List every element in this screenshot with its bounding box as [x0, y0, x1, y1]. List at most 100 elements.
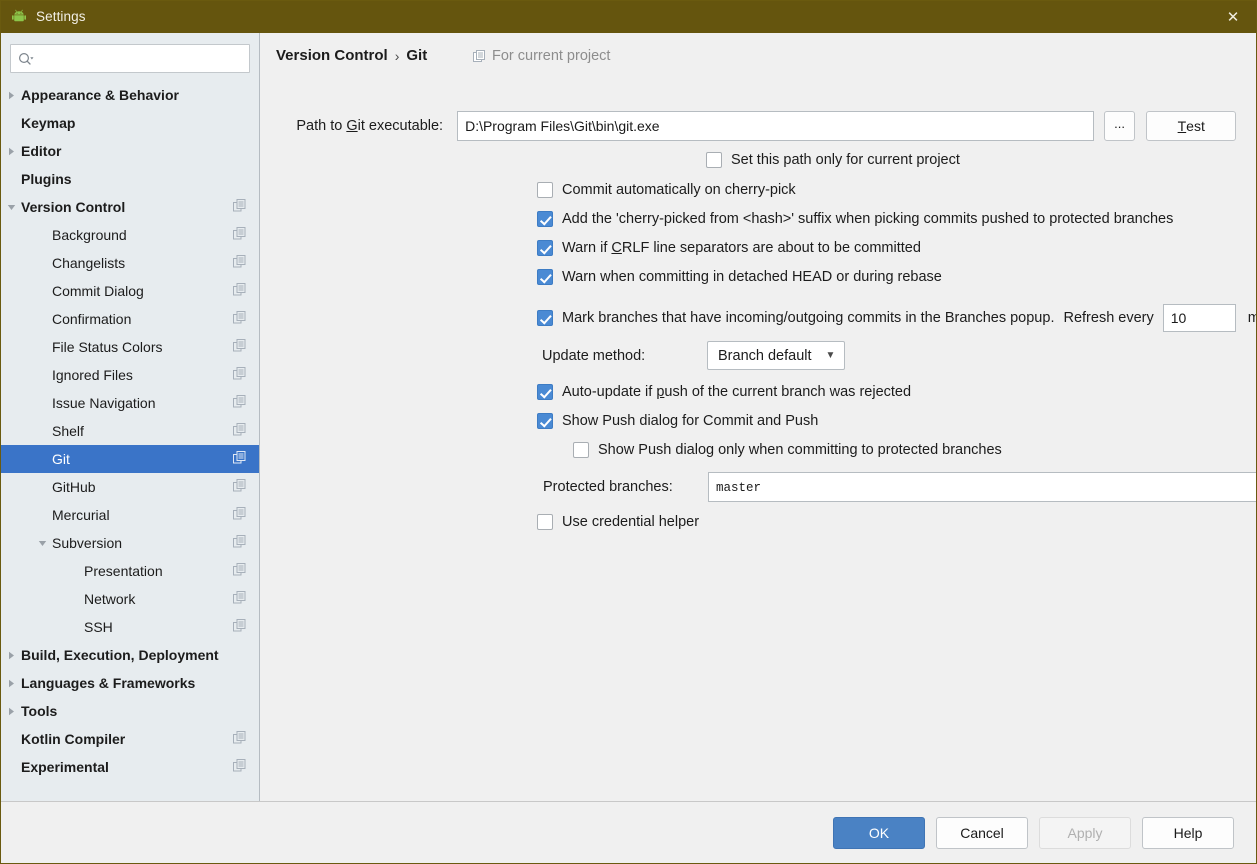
sidebar-item-plugins[interactable]: Plugins [1, 165, 259, 193]
sidebar-item-editor[interactable]: Editor [1, 137, 259, 165]
module-icon [233, 507, 246, 523]
sidebar-item-github[interactable]: GitHub [1, 473, 259, 501]
warn-crlf-row[interactable]: Warn if CRLF line separators are about t… [537, 240, 921, 256]
chevron-right-icon[interactable] [5, 705, 18, 718]
sidebar-item-tools[interactable]: Tools [1, 697, 259, 725]
use-credential-helper-row[interactable]: Use credential helper [537, 514, 699, 530]
protected-branches-input[interactable] [708, 472, 1256, 502]
sidebar-item-label: Network [84, 591, 136, 607]
breadcrumb-parent[interactable]: Version Control [276, 47, 388, 64]
cherrypicked-suffix-checkbox[interactable] [537, 211, 553, 227]
sidebar-item-label: Languages & Frameworks [21, 675, 196, 691]
sidebar-item-version-control[interactable]: Version Control [1, 193, 259, 221]
commit-auto-cherrypick-checkbox[interactable] [537, 182, 553, 198]
mark-branches-checkbox[interactable] [537, 310, 553, 326]
set-path-only-row[interactable]: Set this path only for current project [706, 152, 960, 168]
sidebar-item-ssh[interactable]: SSH [1, 613, 259, 641]
module-icon [233, 395, 246, 411]
auto-update-checkbox[interactable] [537, 384, 553, 400]
cancel-button[interactable]: Cancel [936, 816, 1028, 849]
dialog-body: Appearance & Behavior Keymap Editor Plugins… [1, 33, 1256, 801]
chevron-right-icon[interactable] [5, 89, 18, 102]
search-box[interactable] [10, 44, 250, 73]
sidebar-item-label: Ignored Files [52, 367, 133, 383]
update-method-select[interactable]: Branch default ▼ [707, 341, 846, 370]
module-icon [233, 423, 246, 439]
commit-auto-cherrypick-row[interactable]: Commit automatically on cherry-pick [537, 182, 796, 198]
sidebar-item-background[interactable]: Background [1, 221, 259, 249]
chevron-right-icon[interactable] [5, 677, 18, 690]
sidebar-item-keymap[interactable]: Keymap [1, 109, 259, 137]
warn-detached-head-checkbox[interactable] [537, 269, 553, 285]
show-push-dialog-checkbox[interactable] [537, 413, 553, 429]
apply-button: Apply [1039, 816, 1131, 849]
sidebar-item-issue-navigation[interactable]: Issue Navigation [1, 389, 259, 417]
cherrypicked-suffix-row[interactable]: Add the 'cherry-picked from <hash>' suff… [537, 211, 1173, 227]
for-current-project-label: For current project [492, 48, 611, 64]
sidebar-item-experimental[interactable]: Experimental [1, 753, 259, 781]
browse-button[interactable]: ... [1103, 111, 1136, 141]
sidebar-item-changelists[interactable]: Changelists [1, 249, 259, 277]
module-icon [233, 619, 246, 635]
sidebar-item-file-status-colors[interactable]: File Status Colors [1, 333, 259, 361]
ok-button[interactable]: OK [833, 816, 925, 849]
sidebar-item-ignored-files[interactable]: Ignored Files [1, 361, 259, 389]
module-icon [233, 563, 246, 579]
warn-crlf-checkbox[interactable] [537, 240, 553, 256]
git-path-input[interactable] [457, 111, 1094, 141]
chevron-right-icon[interactable] [5, 145, 18, 158]
module-icon [233, 591, 246, 607]
sidebar-item-languages-frameworks[interactable]: Languages & Frameworks [1, 669, 259, 697]
dialog-footer: OK Cancel Apply Help [1, 801, 1256, 863]
module-icon [233, 535, 246, 551]
test-button[interactable]: Test [1146, 111, 1236, 141]
sidebar-item-commit-dialog[interactable]: Commit Dialog [1, 277, 259, 305]
show-push-protected-row[interactable]: Show Push dialog only when committing to… [573, 442, 1002, 458]
chevron-down-icon[interactable] [36, 537, 49, 550]
sidebar-item-network[interactable]: Network [1, 585, 259, 613]
sidebar-item-label: Changelists [52, 255, 126, 271]
set-path-only-checkbox[interactable] [706, 152, 722, 168]
sidebar-item-label: Commit Dialog [52, 283, 144, 299]
mark-branches-row: Mark branches that have incoming/outgoin… [537, 304, 1256, 332]
search-input[interactable] [40, 51, 242, 66]
sidebar-item-build-execution-deployment[interactable]: Build, Execution, Deployment [1, 641, 259, 669]
search-wrap [1, 40, 259, 81]
sidebar-item-kotlin-compiler[interactable]: Kotlin Compiler [1, 725, 259, 753]
warn-detached-head-row[interactable]: Warn when committing in detached HEAD or… [537, 269, 942, 285]
sidebar-item-appearance-behavior[interactable]: Appearance & Behavior [1, 81, 259, 109]
auto-update-row[interactable]: Auto-update if push of the current branc… [537, 384, 911, 400]
sidebar-item-confirmation[interactable]: Confirmation [1, 305, 259, 333]
warn-crlf-label: Warn if CRLF line separators are about t… [562, 240, 921, 256]
refresh-interval-input[interactable] [1162, 304, 1236, 332]
use-credential-helper-checkbox[interactable] [537, 514, 553, 530]
sidebar-item-label: Keymap [21, 115, 76, 131]
android-robot-icon [12, 9, 26, 22]
chevron-down-icon[interactable] [5, 201, 18, 214]
show-push-protected-checkbox[interactable] [573, 442, 589, 458]
close-icon[interactable]: ✕ [1210, 1, 1256, 33]
show-push-dialog-row[interactable]: Show Push dialog for Commit and Push [537, 413, 818, 429]
refresh-every-label: Refresh every [1063, 310, 1154, 326]
protected-branches-row: Protected branches: [543, 472, 1256, 502]
module-icon [233, 227, 246, 243]
settings-dialog: Settings ✕ Appearance & Behavior Keymap Ed… [0, 0, 1257, 864]
chevron-right-icon[interactable] [5, 649, 18, 662]
sidebar-item-presentation[interactable]: Presentation [1, 557, 259, 585]
sidebar-item-subversion[interactable]: Subversion [1, 529, 259, 557]
help-button[interactable]: Help [1142, 816, 1234, 849]
sidebar-item-git[interactable]: Git [1, 445, 259, 473]
sidebar-item-label: SSH [84, 619, 113, 635]
sidebar-item-mercurial[interactable]: Mercurial [1, 501, 259, 529]
sidebar-item-shelf[interactable]: Shelf [1, 417, 259, 445]
auto-update-label: Auto-update if push of the current branc… [562, 384, 912, 400]
show-push-protected-label: Show Push dialog only when committing to… [598, 442, 1002, 458]
